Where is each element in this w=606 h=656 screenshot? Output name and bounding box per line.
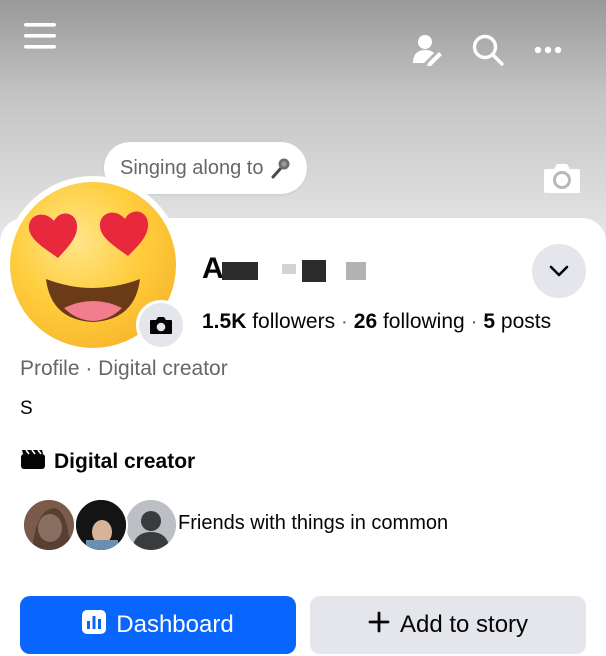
camera-icon	[150, 317, 172, 334]
mutual-friends-row[interactable]: Friends with things in common	[22, 498, 502, 552]
name-redaction	[282, 264, 296, 274]
friend-avatar[interactable]	[22, 498, 76, 552]
profile-edit-icon[interactable]	[408, 30, 448, 70]
profile-name: A	[202, 252, 224, 285]
profile-category-line: Profile · Digital creator	[20, 357, 228, 380]
cover-camera-icon[interactable]	[540, 156, 584, 200]
name-redaction	[346, 262, 366, 280]
friends-label: Friends with things in common	[178, 512, 449, 534]
following-label[interactable]: following	[383, 310, 465, 333]
digital-creator-row[interactable]: Digital creator	[20, 448, 195, 475]
name-redaction	[302, 260, 326, 282]
followers-label[interactable]: followers	[252, 310, 335, 333]
bio-text: S	[20, 398, 33, 419]
dashboard-button[interactable]: Dashboard	[20, 596, 296, 654]
name-redaction	[222, 262, 258, 280]
profile-stats: 1.5K followers · 26 following · 5 posts	[202, 310, 551, 334]
stats-separator: ·	[470, 310, 478, 333]
add-to-story-button[interactable]: Add to story	[310, 596, 586, 654]
following-count[interactable]: 26	[354, 310, 377, 333]
dashboard-label: Dashboard	[116, 611, 234, 638]
chevron-down-icon	[549, 265, 569, 277]
avatar-camera-button[interactable]	[136, 300, 186, 350]
search-icon[interactable]	[468, 30, 508, 70]
dashboard-icon	[82, 609, 107, 641]
friend-avatar[interactable]	[74, 498, 128, 552]
followers-count[interactable]: 1.5K	[202, 310, 246, 333]
note-text: Singing along to	[120, 156, 264, 179]
more-icon[interactable]	[528, 30, 568, 70]
profile-options-chevron-button[interactable]	[532, 244, 586, 298]
posts-label[interactable]: posts	[501, 310, 551, 333]
plus-icon	[368, 611, 390, 640]
menu-icon[interactable]	[18, 16, 62, 56]
clapperboard-icon	[20, 448, 46, 475]
add-to-story-label: Add to story	[399, 611, 529, 638]
friend-avatar[interactable]	[124, 498, 178, 552]
posts-count[interactable]: 5	[483, 310, 495, 333]
stats-separator: ·	[340, 310, 348, 333]
creator-label: Digital creator	[54, 449, 196, 473]
microphone-icon	[269, 156, 291, 180]
